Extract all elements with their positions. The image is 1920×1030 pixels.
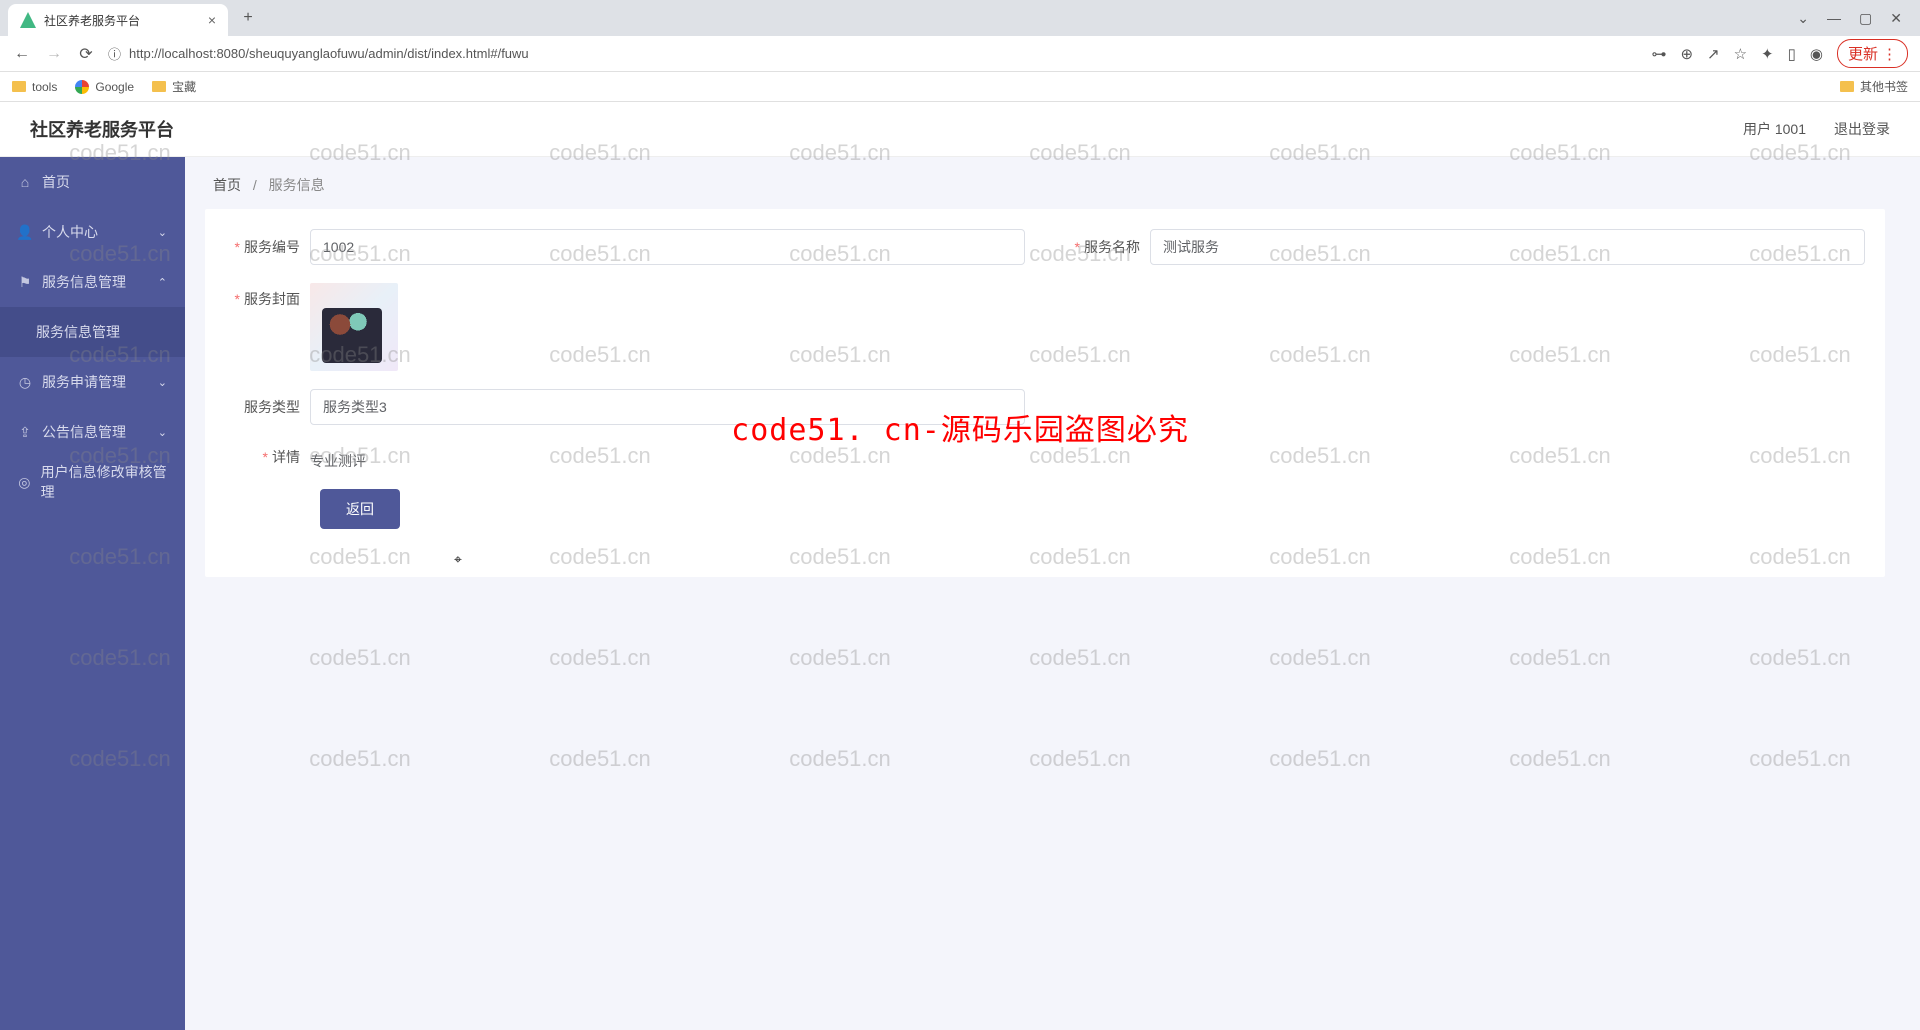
breadcrumb-home[interactable]: 首页 [213,177,241,193]
folder-icon [152,81,166,92]
close-icon[interactable]: × [208,12,216,28]
sidebar-item-home[interactable]: ⌂ 首页 [0,157,185,207]
chevron-up-icon: ⌃ [158,276,167,289]
user-icon: 👤 [18,225,32,239]
window-controls: ⌄ — ▢ ✕ [1797,10,1912,27]
breadcrumb-current: 服务信息 [269,177,325,193]
zoom-icon[interactable]: ⊕ [1680,45,1693,63]
folder-icon [12,81,26,92]
app-header: 社区养老服务平台 用户 1001 退出登录 [0,102,1920,157]
forward-icon[interactable]: → [44,45,64,63]
update-button[interactable]: 更新 ⋮ [1837,39,1908,68]
profile-icon[interactable]: ◉ [1810,45,1823,63]
url-bar[interactable]: ⓘ http://localhost:8080/sheuquyanglaofuw… [108,44,1639,63]
chevron-down-icon[interactable]: ⌄ [1797,10,1809,27]
app-body: ⌂ 首页 👤 个人中心 ⌄ ⚑ 服务信息管理 ⌃ 服务信息管理 ◷ 服务申请管理… [0,157,1920,1030]
google-icon [75,80,89,94]
upload-icon: ⇪ [18,425,32,439]
sidebar-item-label: 首页 [42,172,70,192]
sidebar-item-label: 服务信息管理 [36,322,120,342]
logout-button[interactable]: 退出登录 [1834,119,1890,139]
new-tab-button[interactable]: + [234,4,262,32]
bookmark-baozang[interactable]: 宝藏 [152,78,196,95]
target-icon: ◎ [18,475,31,489]
browser-right-icons: ⊶ ⊕ ↗ ☆ ✦ ▯ ◉ 更新 ⋮ [1651,39,1908,68]
label-service-id: 服务编号 [225,237,310,257]
breadcrumb-separator: / [253,177,257,193]
label-cover: 服务封面 [225,283,310,309]
app-title: 社区养老服务平台 [30,116,174,142]
flag-icon: ⚑ [18,275,32,289]
sidebar-item-label: 公告信息管理 [42,422,126,442]
sidebar-item-personal[interactable]: 👤 个人中心 ⌄ [0,207,185,257]
sidebar-item-label: 服务申请管理 [42,372,126,392]
cover-image[interactable] [310,283,398,371]
detail-value: 专业测评 [310,443,1865,471]
user-label[interactable]: 用户 1001 [1743,119,1806,139]
back-button[interactable]: 返回 [320,489,400,529]
minimize-icon[interactable]: — [1827,10,1841,27]
sidebar-item-label: 个人中心 [42,222,98,242]
browser-tab[interactable]: 社区养老服务平台 × [8,4,228,36]
sidebar-item-label: 用户信息修改审核管理 [41,462,167,502]
chevron-down-icon: ⌄ [158,376,167,389]
sidebar-item-service-mgmt[interactable]: ⚑ 服务信息管理 ⌃ [0,257,185,307]
close-window-icon[interactable]: ✕ [1890,10,1902,27]
bookmark-google[interactable]: Google [75,80,134,94]
chevron-down-icon: ⌄ [158,426,167,439]
site-info-icon[interactable]: ⓘ [108,44,121,63]
service-name-input[interactable] [1150,229,1865,265]
sidebar-item-service-sub[interactable]: 服务信息管理 [0,307,185,357]
bookmark-bar: tools Google 宝藏 其他书签 [0,72,1920,102]
extensions-icon[interactable]: ✦ [1761,45,1774,63]
browser-tab-strip: 社区养老服务平台 × + ⌄ — ▢ ✕ [0,0,1920,36]
label-service-name: 服务名称 [1065,237,1150,257]
vue-icon [20,12,36,28]
browser-nav-bar: ← → ⟳ ⓘ http://localhost:8080/sheuquyang… [0,36,1920,72]
tab-title: 社区养老服务平台 [44,12,200,29]
clock-icon: ◷ [18,375,32,389]
share-icon[interactable]: ↗ [1707,45,1720,63]
back-icon[interactable]: ← [12,45,32,63]
bookmark-other[interactable]: 其他书签 [1840,78,1908,95]
form-panel: 服务编号 服务名称 服务封面 服务类型 [205,209,1885,577]
chevron-down-icon: ⌄ [158,226,167,239]
url-text: http://localhost:8080/sheuquyanglaofuwu/… [129,46,529,61]
breadcrumb: 首页 / 服务信息 [185,157,1920,209]
service-type-input[interactable] [310,389,1025,425]
sidebar-item-audit-mgmt[interactable]: ◎ 用户信息修改审核管理 [0,457,185,507]
sidebar-item-notice-mgmt[interactable]: ⇪ 公告信息管理 ⌄ [0,407,185,457]
label-type: 服务类型 [225,397,310,417]
bookmark-tools[interactable]: tools [12,80,57,94]
key-icon[interactable]: ⊶ [1651,45,1666,63]
star-icon[interactable]: ☆ [1734,45,1747,63]
sidebar-item-label: 服务信息管理 [42,272,126,292]
label-detail: 详情 [225,447,310,467]
sidebar: ⌂ 首页 👤 个人中心 ⌄ ⚑ 服务信息管理 ⌃ 服务信息管理 ◷ 服务申请管理… [0,157,185,1030]
service-id-input[interactable] [310,229,1025,265]
sidepanel-icon[interactable]: ▯ [1788,45,1796,63]
maximize-icon[interactable]: ▢ [1859,10,1872,27]
reload-icon[interactable]: ⟳ [76,44,96,64]
folder-icon [1840,81,1854,92]
home-icon: ⌂ [18,175,32,189]
sidebar-item-apply-mgmt[interactable]: ◷ 服务申请管理 ⌄ [0,357,185,407]
content-area: 首页 / 服务信息 服务编号 服务名称 服务封面 [185,157,1920,1030]
